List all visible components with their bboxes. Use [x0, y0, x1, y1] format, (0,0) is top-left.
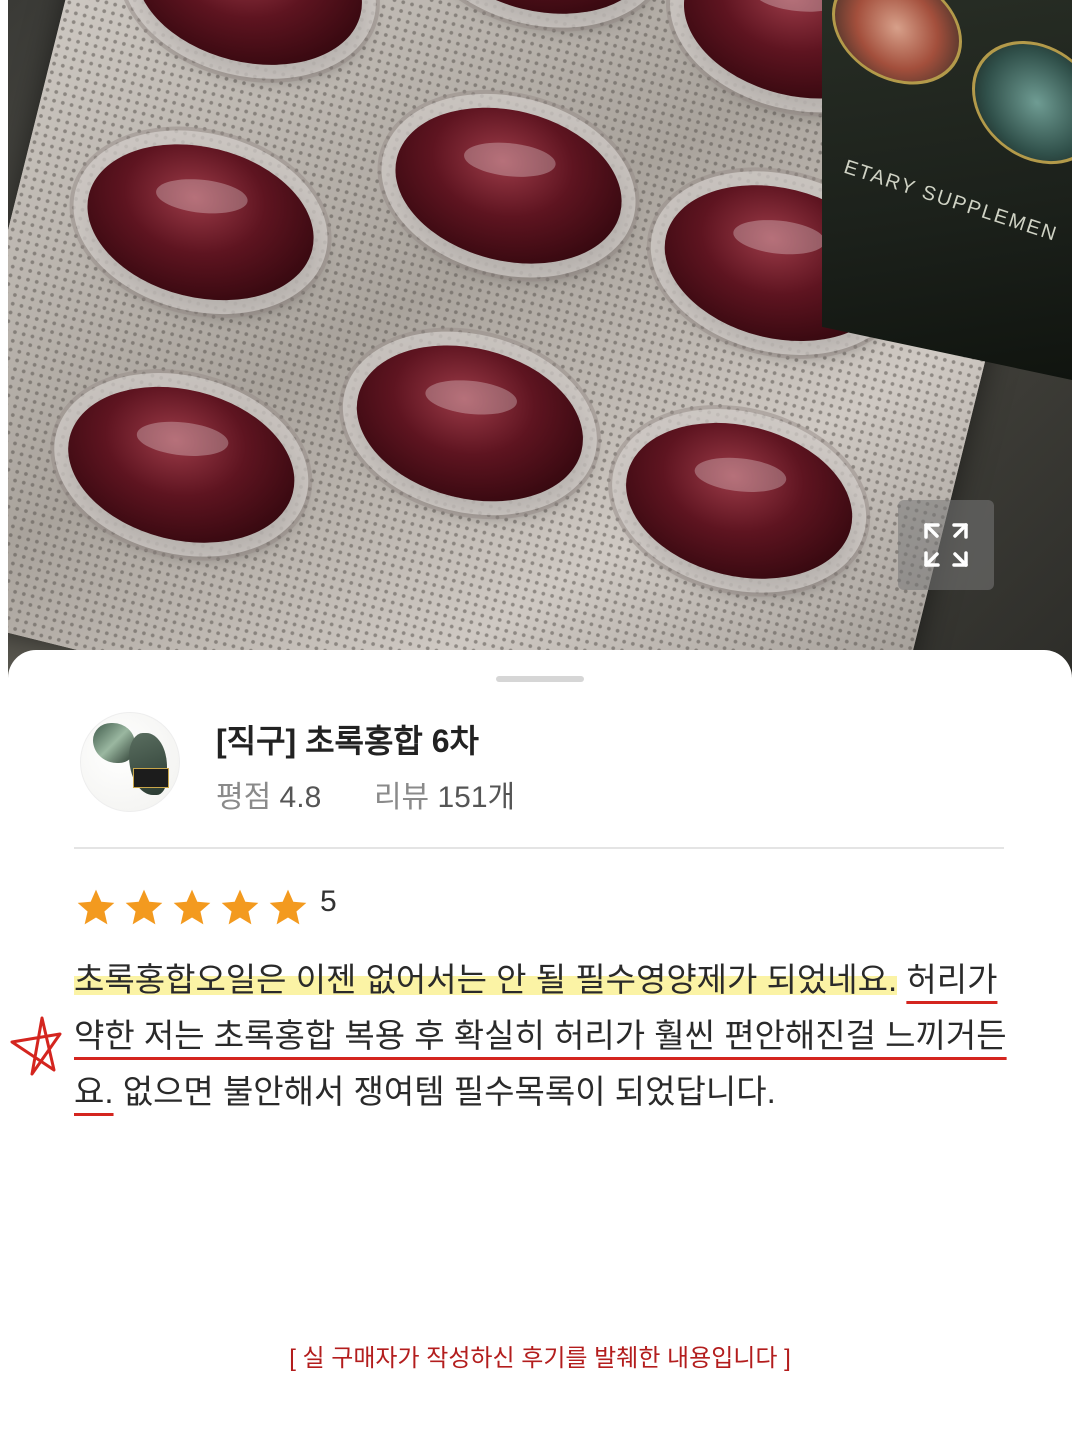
capsule	[378, 85, 639, 287]
capsule	[340, 322, 600, 524]
annotation-star-icon	[10, 1016, 62, 1076]
footer-disclaimer: [ 실 구매자가 작성하신 후기를 발췌한 내용입니다 ]	[289, 1345, 791, 1372]
expand-icon	[924, 523, 968, 567]
review-text-rest: 없으면 불안해서 쟁여템 필수목록이 되었답니다.	[122, 1073, 776, 1110]
review-card: [직구] 초록홍합 6차 평점 4.8 리뷰 151개 5 초록홍합오일은 이젠…	[8, 650, 1072, 1130]
capsule	[70, 121, 331, 323]
star-icon	[269, 889, 307, 925]
expand-button[interactable]	[898, 500, 994, 590]
capsule	[119, 0, 379, 88]
product-meta: 평점 4.8 리뷰 151개	[216, 772, 515, 816]
capsule	[51, 364, 312, 566]
star-icon	[125, 889, 163, 925]
pack-shape	[133, 768, 169, 788]
product-thumbnail[interactable]	[80, 712, 180, 812]
rating-label: 평점	[216, 781, 272, 814]
review-count: 151개	[437, 781, 516, 814]
divider	[74, 847, 1004, 849]
rating-value: 4.8	[279, 781, 322, 814]
star-icon	[173, 889, 211, 925]
capsule	[609, 400, 869, 602]
box-image-circle	[832, 0, 962, 97]
box-image-circle	[972, 28, 1072, 177]
product-title[interactable]: [직구] 초록홍합 6차	[216, 716, 479, 762]
capsule	[410, 0, 670, 37]
sheet-drag-handle[interactable]	[496, 676, 584, 682]
review-text: 초록홍합오일은 이젠 없어서는 안 될 필수영양제가 되었네요. 허리가 약한 …	[74, 952, 1014, 1120]
review-count-label: 리뷰	[373, 781, 430, 814]
product-photo: ETARY SUPPLEMEN	[8, 0, 1072, 700]
review-score: 5	[320, 885, 337, 918]
star-icon	[221, 889, 259, 925]
star-icon	[77, 889, 115, 925]
review-text-highlighted: 초록홍합오일은 이젠 없어서는 안 될 필수영양제가 되었네요.	[74, 961, 898, 998]
star-rating: 5	[74, 885, 337, 930]
